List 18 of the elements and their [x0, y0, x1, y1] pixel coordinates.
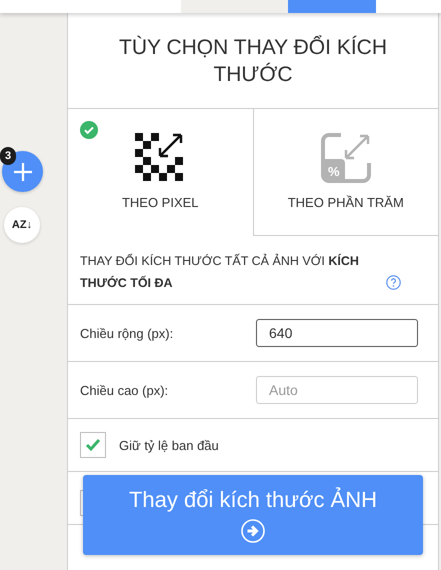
description-text: THAY ĐỔI KÍCH THƯỚC TẤT CẢ ẢNH VỚI KÍCH THƯỚC TỐI ĐA: [80, 252, 360, 292]
pixel-resize-icon: [135, 133, 186, 183]
arrow-circle-icon: [241, 519, 265, 543]
check-badge-icon: [80, 121, 98, 139]
checkbox-label: Giữ tỷ lệ ban đầu: [119, 438, 219, 452]
sort-button[interactable]: AZ↓: [4, 207, 40, 243]
field-label: Chiều cao (px):: [80, 382, 170, 398]
plus-icon: [12, 162, 32, 182]
dimension-field[interactable]: 640: [256, 319, 418, 347]
check-icon: [85, 438, 101, 452]
dimension-field[interactable]: Auto: [256, 376, 418, 404]
resize-option[interactable]: % THEO PHẦN TRĂM: [252, 109, 438, 236]
field-label: Chiều rộng (px):: [80, 326, 174, 340]
panel-title: TÙY CHỌN THAY ĐỔI KÍCH THƯỚC: [118, 34, 388, 88]
add-button[interactable]: [2, 151, 43, 192]
count-badge: 3: [0, 147, 16, 165]
help-icon[interactable]: [386, 275, 401, 290]
resize-option[interactable]: THEO PIXEL: [68, 109, 252, 236]
